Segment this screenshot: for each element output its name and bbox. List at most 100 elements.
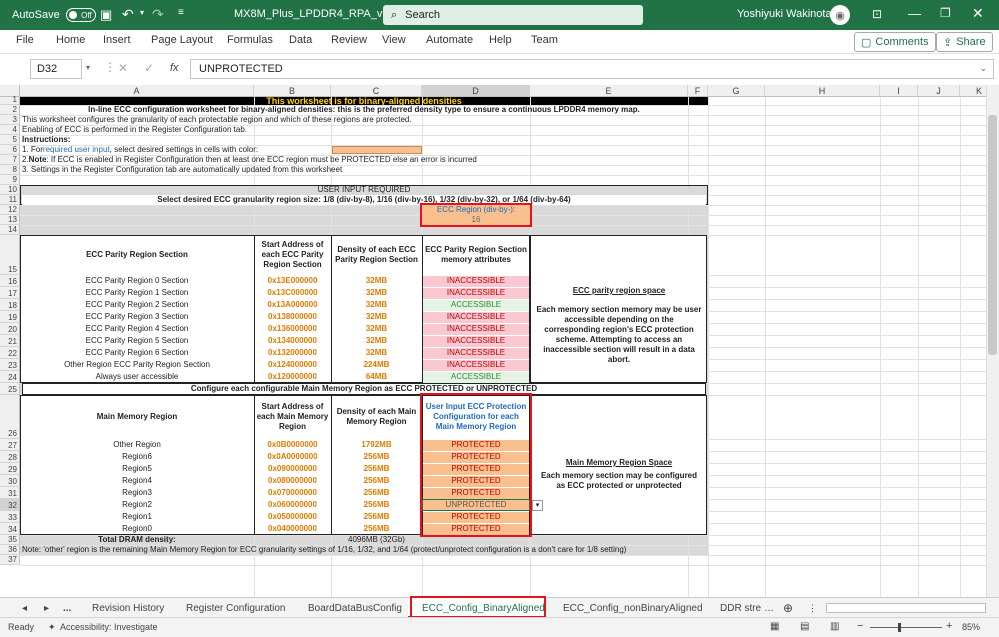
undo-dropdown-icon[interactable]: ▾ (140, 8, 144, 17)
add-sheet-icon[interactable]: ⊕ (783, 600, 793, 616)
row-header-14[interactable]: 14 (0, 225, 20, 235)
row-header-28[interactable]: 28 (0, 451, 20, 463)
row-header-36[interactable]: 36 (0, 545, 20, 555)
zoom-slider[interactable] (870, 627, 942, 628)
accessibility-status[interactable]: Accessibility: Investigate (60, 622, 158, 632)
close-icon[interactable]: ✕ (972, 5, 984, 22)
menu-review[interactable]: Review (331, 34, 367, 46)
menu-file[interactable]: File (16, 34, 34, 46)
zoom-slider-thumb[interactable] (898, 623, 901, 632)
row-header-10[interactable]: 10 (0, 185, 20, 195)
row-header-11[interactable]: 11 (0, 195, 20, 205)
customize-toolbar-icon[interactable]: ≡ (178, 7, 184, 18)
maximize-icon[interactable]: ❐ (940, 6, 951, 20)
tab-boarddatabusconfig[interactable]: BoardDataBusConfig (308, 600, 402, 616)
row-header-15[interactable]: 15 (0, 235, 20, 275)
row-header-35[interactable]: 35 (0, 535, 20, 545)
row-header-21[interactable]: 21 (0, 335, 20, 347)
row-header-31[interactable]: 31 (0, 487, 20, 499)
undo-icon[interactable]: ↶ (122, 6, 134, 23)
expand-formula-icon[interactable]: ⌄ (979, 63, 987, 74)
autosave-toggle[interactable]: Off (65, 8, 96, 22)
zoom-in-icon[interactable]: + (946, 620, 952, 632)
tab-ecc-config-nonbinaryaligned[interactable]: ECC_Config_nonBinaryAligned (563, 600, 703, 616)
column-header-e[interactable]: E (530, 85, 688, 97)
column-header-h[interactable]: H (765, 85, 880, 97)
search-box[interactable]: ⌕ Search (383, 5, 643, 25)
row-header-7[interactable]: 7 (0, 155, 20, 165)
row-header-4[interactable]: 4 (0, 125, 20, 135)
name-box[interactable]: D32 (30, 59, 82, 79)
normal-view-icon[interactable]: ▦ (770, 621, 779, 632)
tab-ellipsis[interactable]: ... (63, 600, 71, 616)
tab-more-icon[interactable]: … (764, 600, 774, 616)
page-layout-view-icon[interactable]: ▤ (800, 621, 809, 632)
redo-icon[interactable]: ↷ (152, 6, 164, 23)
row-header-18[interactable]: 18 (0, 299, 20, 311)
row-header-9[interactable]: 9 (0, 175, 20, 185)
row-header-8[interactable]: 8 (0, 165, 20, 175)
autosave-control[interactable]: AutoSave Off (12, 8, 96, 22)
column-header-i[interactable]: I (880, 85, 918, 97)
zoom-level[interactable]: 85% (962, 622, 980, 632)
row-header-34[interactable]: 34 (0, 523, 20, 535)
row-header-5[interactable]: 5 (0, 135, 20, 145)
required-user-input-link[interactable]: required user input (43, 145, 110, 155)
column-header-b[interactable]: B (254, 85, 331, 97)
column-header-j[interactable]: J (918, 85, 960, 97)
tab-scroll-left-icon[interactable]: ◂ (22, 600, 27, 616)
row-header-22[interactable]: 22 (0, 347, 20, 359)
row-header-24[interactable]: 24 (0, 371, 20, 383)
zoom-out-icon[interactable]: − (857, 620, 863, 632)
row-header-3[interactable]: 3 (0, 115, 20, 125)
menu-insert[interactable]: Insert (103, 34, 131, 46)
save-icon[interactable]: ▣ (100, 7, 112, 23)
column-header-d[interactable]: D (422, 85, 530, 97)
row-header-37[interactable]: 37 (0, 555, 20, 565)
tab-split-icon[interactable]: ⋮ (808, 600, 817, 616)
ribbon-display-icon[interactable]: ⊡ (872, 7, 882, 21)
menu-formulas[interactable]: Formulas (227, 34, 273, 46)
row-header-26[interactable]: 26 (0, 395, 20, 439)
row-header-17[interactable]: 17 (0, 287, 20, 299)
row-header-29[interactable]: 29 (0, 463, 20, 475)
tab-scroll-right-icon[interactable]: ▸ (44, 600, 49, 616)
enter-icon[interactable]: ✓ (144, 61, 154, 75)
row-header-30[interactable]: 30 (0, 475, 20, 487)
row-header-25[interactable]: 25 (0, 383, 20, 395)
menu-help[interactable]: Help (489, 34, 512, 46)
column-header-c[interactable]: C (331, 85, 422, 97)
row-header-12[interactable]: 12 (0, 205, 20, 215)
column-header-f[interactable]: F (688, 85, 708, 97)
menu-data[interactable]: Data (289, 34, 312, 46)
menu-page-layout[interactable]: Page Layout (151, 34, 213, 46)
formula-input[interactable]: UNPROTECTED ⌄ (190, 59, 994, 79)
page-break-view-icon[interactable]: ▥ (830, 621, 839, 632)
menu-view[interactable]: View (382, 34, 406, 46)
share-button[interactable]: ⇪ Share (936, 32, 993, 52)
row-header-16[interactable]: 16 (0, 275, 20, 287)
menu-automate[interactable]: Automate (426, 34, 473, 46)
menu-team[interactable]: Team (531, 34, 558, 46)
row-header-20[interactable]: 20 (0, 323, 20, 335)
avatar[interactable]: ◉ (830, 5, 850, 25)
name-box-dropdown-icon[interactable]: ▾ (86, 63, 90, 72)
row-header-33[interactable]: 33 (0, 511, 20, 523)
row-header-2[interactable]: 2 (0, 105, 20, 115)
tab-register-configuration[interactable]: Register Configuration (186, 600, 286, 616)
row-header-6[interactable]: 6 (0, 145, 20, 155)
column-header-g[interactable]: G (708, 85, 765, 97)
row-header-32[interactable]: 32 (0, 499, 20, 511)
select-all-corner[interactable] (0, 85, 20, 97)
row-header-23[interactable]: 23 (0, 359, 20, 371)
minimize-icon[interactable]: — (908, 6, 921, 21)
vertical-scrollbar-thumb[interactable] (988, 115, 997, 355)
tab-ddr-stress[interactable]: DDR stre (720, 600, 761, 616)
cancel-icon[interactable]: ✕ (118, 61, 128, 75)
worksheet-grid[interactable]: A B C D E F G H I J K 1 2 3 4 5 6 7 8 9 10 11 12 13 14 15 16 17 18 19… (0, 85, 999, 597)
menu-home[interactable]: Home (56, 34, 85, 46)
row-header-1[interactable]: 1 (0, 95, 20, 105)
comments-button[interactable]: ▢ Comments (854, 32, 936, 52)
tab-revision-history[interactable]: Revision History (92, 600, 164, 616)
column-header-a[interactable]: A (20, 85, 254, 97)
